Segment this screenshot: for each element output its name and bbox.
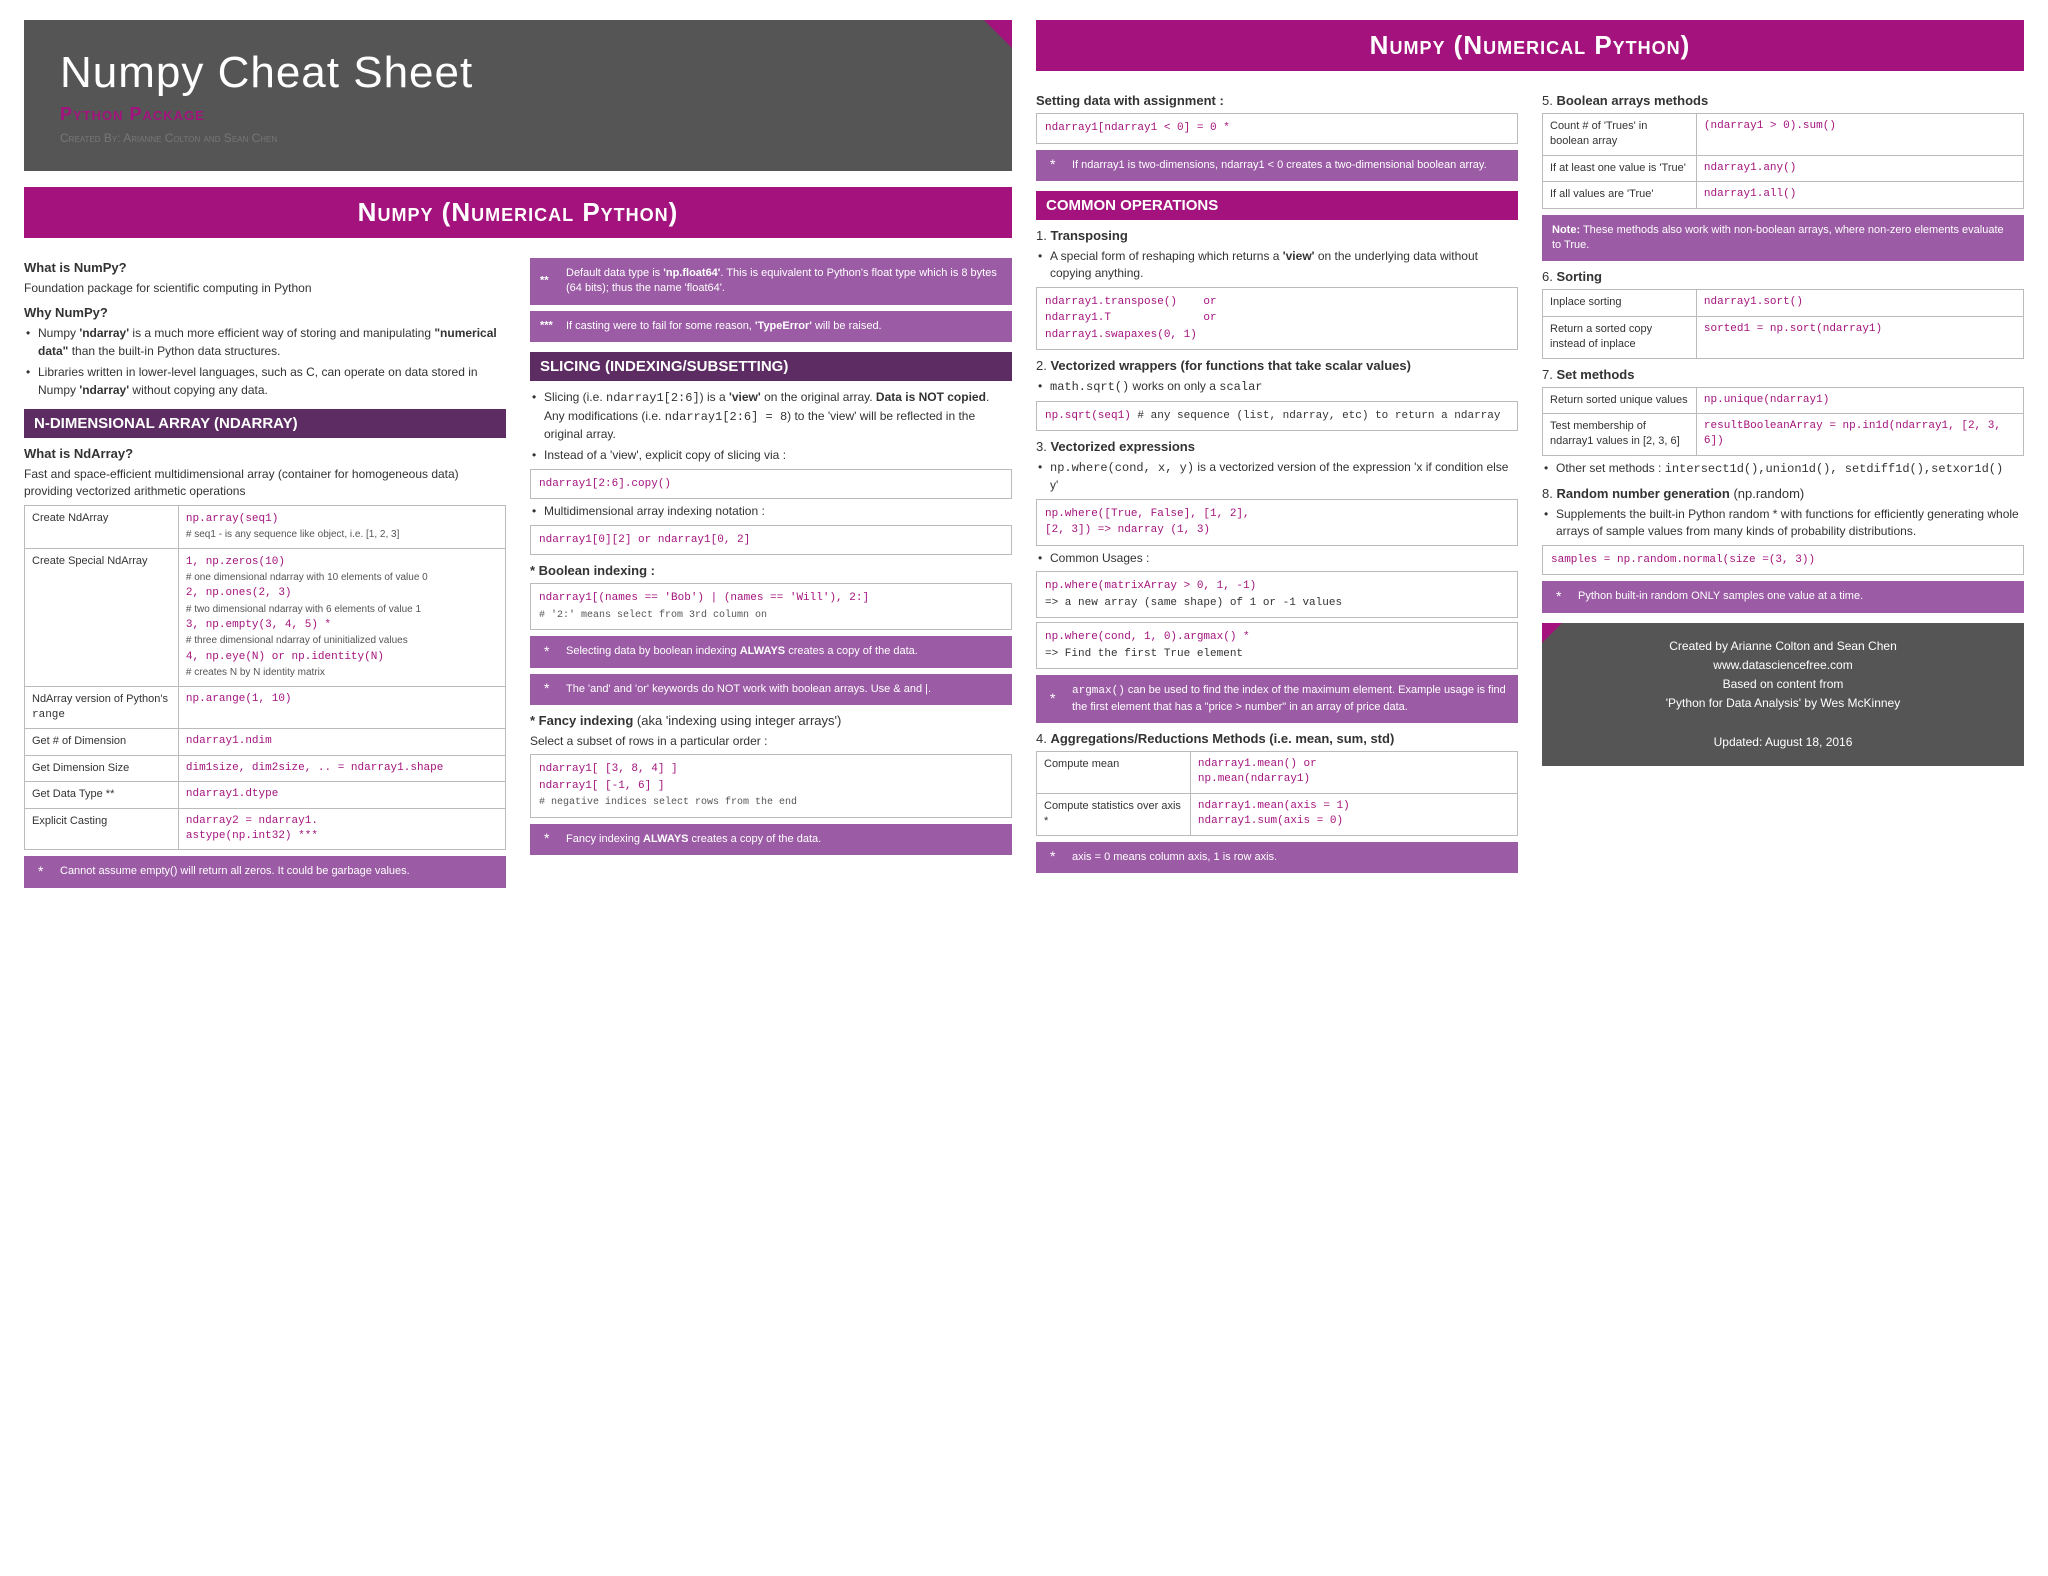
list-item: Slicing (i.e. ndarray1[2:6]) is a 'view'… xyxy=(544,389,1012,443)
list-item: Numpy 'ndarray' is a much more efficient… xyxy=(38,325,506,360)
doc-subtitle: Python Package xyxy=(60,104,976,125)
list-item: Other set methods : intersect1d(),union1… xyxy=(1556,460,2024,478)
doc-credit: Created By: Arianne Colton and Sean Chen xyxy=(60,131,976,145)
item-heading: 4. Aggregations/Reductions Methods (i.e.… xyxy=(1036,731,1518,746)
text: Fast and space-efficient multidimensiona… xyxy=(24,466,506,501)
tip-axis: axis = 0 means column axis, 1 is row axi… xyxy=(1036,842,1518,873)
text: Foundation package for scientific comput… xyxy=(24,280,506,297)
code: ndarray1[2:6].copy() xyxy=(530,469,1012,500)
list-item: Multidimensional array indexing notation… xyxy=(544,503,1012,520)
sub-banner-slicing: SLICING (INDEXING/SUBSETTING) xyxy=(530,352,1012,381)
code: ndarray1[0][2] or ndarray1[0, 2] xyxy=(530,525,1012,556)
sort-table: Inplace sortingndarray1.sort() Return a … xyxy=(1542,289,2024,358)
list-item: Libraries written in lower-level languag… xyxy=(38,364,506,399)
list-item: A special form of reshaping which return… xyxy=(1050,248,1518,283)
tip-2d-bool: If ndarray1 is two-dimensions, ndarray1 … xyxy=(1036,150,1518,181)
sub-banner-common: COMMON OPERATIONS xyxy=(1036,191,1518,220)
list-item: np.where(cond, x, y) is a vectorized ver… xyxy=(1050,459,1518,495)
tip-fancy-copy: Fancy indexing ALWAYS creates a copy of … xyxy=(530,824,1012,855)
list-item: Common Usages : xyxy=(1050,550,1518,567)
code: samples = np.random.normal(size =(3, 3)) xyxy=(1542,545,2024,576)
set-table: Return sorted unique valuesnp.unique(nda… xyxy=(1542,387,2024,456)
title-card: Numpy Cheat Sheet Python Package Created… xyxy=(24,20,1012,171)
tip-float64: **Default data type is 'np.float64'. Thi… xyxy=(530,258,1012,305)
item-heading: 3. Vectorized expressions xyxy=(1036,439,1518,454)
text: Select a subset of rows in a particular … xyxy=(530,733,1012,750)
item-heading: 8. Random number generation (np.random) xyxy=(1542,486,2024,501)
item-heading: 5. Boolean arrays methods xyxy=(1542,93,2024,108)
code: ndarray1[(names == 'Bob') | (names == 'W… xyxy=(530,583,1012,630)
code: np.sqrt(seq1) # any sequence (list, ndar… xyxy=(1036,401,1518,432)
note-bool: Note: These methods also work with non-b… xyxy=(1542,215,2024,262)
tip-empty: Cannot assume empty() will return all ze… xyxy=(24,856,506,887)
code: ndarray1[ [3, 8, 4] ]ndarray1[ [-1, 6] ]… xyxy=(530,754,1012,818)
code: np.where(cond, 1, 0).argmax() *=> Find t… xyxy=(1036,622,1518,669)
heading-bool: * Boolean indexing : xyxy=(530,563,1012,578)
tip-typeerror: ***If casting were to fail for some reas… xyxy=(530,311,1012,342)
tip-argmax: argmax() can be used to find the index o… xyxy=(1036,675,1518,723)
item-heading: 1. Transposing xyxy=(1036,228,1518,243)
heading-setting: Setting data with assignment : xyxy=(1036,93,1518,108)
sub-banner-ndarray: N-DIMENSIONAL ARRAY (NDARRAY) xyxy=(24,409,506,438)
doc-title: Numpy Cheat Sheet xyxy=(60,48,976,98)
code: np.where([True, False], [1, 2], [2, 3]) … xyxy=(1036,499,1518,546)
item-heading: 6. Sorting xyxy=(1542,269,2024,284)
code: ndarray1[ndarray1 < 0] = 0 * xyxy=(1036,113,1518,144)
code: ndarray1.transpose() or ndarray1.T or nd… xyxy=(1036,287,1518,351)
tip-random: Python built-in random ONLY samples one … xyxy=(1542,581,2024,612)
heading-fancy: * Fancy indexing (aka 'indexing using in… xyxy=(530,713,1012,728)
section-banner-right: Numpy (Numerical Python) xyxy=(1036,20,2024,71)
item-heading: 7. Set methods xyxy=(1542,367,2024,382)
footer-card: Created by Arianne Colton and Sean Chen … xyxy=(1542,623,2024,766)
tip-bool-copy: Selecting data by boolean indexing ALWAY… xyxy=(530,636,1012,667)
tip-andor: The 'and' and 'or' keywords do NOT work … xyxy=(530,674,1012,705)
heading-why: Why NumPy? xyxy=(24,305,506,320)
heading-ndarray: What is NdArray? xyxy=(24,446,506,461)
code: np.where(matrixArray > 0, 1, -1)=> a new… xyxy=(1036,571,1518,618)
list-item: Supplements the built-in Python random *… xyxy=(1556,506,2024,541)
bool-table: Count # of 'Trues' in boolean array(ndar… xyxy=(1542,113,2024,209)
item-heading: 2. Vectorized wrappers (for functions th… xyxy=(1036,358,1518,373)
agg-table: Compute meanndarray1.mean() or np.mean(n… xyxy=(1036,751,1518,836)
heading-what: What is NumPy? xyxy=(24,260,506,275)
ndarray-table: Create NdArraynp.array(seq1)# seq1 - is … xyxy=(24,505,506,851)
list-item: Instead of a 'view', explicit copy of sl… xyxy=(544,447,1012,464)
section-banner-left: Numpy (Numerical Python) xyxy=(24,187,1012,238)
list-item: math.sqrt() works on only a scalar xyxy=(1050,378,1518,396)
